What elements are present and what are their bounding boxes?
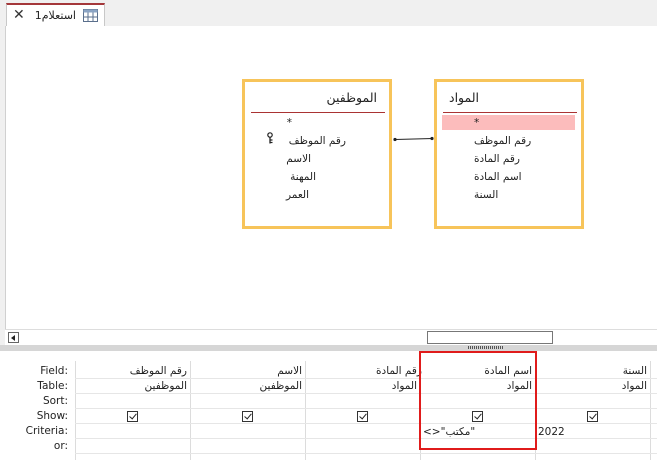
row-label-table: Table: <box>37 380 68 392</box>
field-item[interactable]: رقم الموظف <box>289 135 346 147</box>
row-label-or: or: <box>53 440 68 452</box>
grid-row-separator <box>75 423 657 424</box>
grid-criteria-cell[interactable]: 2022 <box>538 426 565 438</box>
splitter-grip[interactable] <box>468 346 504 349</box>
selected-field-highlight <box>442 115 575 130</box>
grid-column-separator <box>75 361 76 460</box>
grid-table-cell[interactable]: المواد <box>622 380 647 392</box>
relationship-line[interactable] <box>392 133 435 145</box>
field-item[interactable]: العمر <box>286 189 309 201</box>
close-icon[interactable]: ✕ <box>13 7 25 23</box>
primary-key-icon <box>267 132 273 144</box>
query-icon <box>83 9 98 22</box>
grid-column-separator <box>190 361 191 460</box>
grid-column-separator <box>305 361 306 460</box>
field-item[interactable]: اسم المادة <box>474 171 522 183</box>
field-item[interactable]: رقم الموظف <box>474 135 531 147</box>
tab-query1[interactable]: ✕ استعلام1 <box>6 3 105 26</box>
tab-label: استعلام1 <box>34 9 76 22</box>
table-title: الموظفين <box>326 90 377 105</box>
grid-row-separator <box>75 408 657 409</box>
grid-row-separator <box>75 453 657 454</box>
horizontal-scrollbar[interactable] <box>5 329 657 346</box>
row-label-criteria: Criteria: <box>25 425 68 437</box>
grid-table-cell[interactable]: المواد <box>392 380 417 392</box>
field-item[interactable]: المهنة <box>290 171 316 183</box>
grid-field-cell[interactable]: السنة <box>623 365 647 377</box>
field-item[interactable]: الاسم <box>286 153 311 165</box>
show-checkbox[interactable] <box>127 411 138 422</box>
row-label-sort: Sort: <box>42 395 68 407</box>
table-title: المواد <box>449 90 480 105</box>
field-item[interactable]: رقم المادة <box>474 153 520 165</box>
show-checkbox[interactable] <box>357 411 368 422</box>
row-label-show: Show: <box>36 410 68 422</box>
document-tab-strip: ✕ استعلام1 <box>0 0 657 26</box>
grid-field-cell[interactable]: رقم المادة <box>376 365 422 377</box>
row-label-field: Field: <box>40 365 68 377</box>
field-item[interactable]: * <box>287 117 292 129</box>
table-subjects[interactable]: المواد * رقم الموظف رقم المادة اسم الماد… <box>434 79 584 229</box>
table-employees[interactable]: الموظفين * رقم الموظف الاسم المهنة العمر <box>242 79 392 229</box>
grid-row-separator <box>75 393 657 394</box>
grid-field-cell[interactable]: رقم الموظف <box>130 365 187 377</box>
scroll-left-arrow-icon[interactable] <box>8 332 19 343</box>
grid-field-cell[interactable]: الاسم <box>277 365 302 377</box>
grid-row-separator <box>75 378 657 379</box>
grid-row-separator <box>75 438 657 439</box>
field-item[interactable]: * <box>474 117 479 129</box>
field-item[interactable]: السنة <box>474 189 498 201</box>
show-checkbox[interactable] <box>242 411 253 422</box>
grid-table-cell[interactable]: الموظفين <box>260 380 302 392</box>
grid-column-separator <box>650 361 651 460</box>
scroll-thumb[interactable] <box>427 331 553 344</box>
query-design-pane[interactable]: الموظفين * رقم الموظف الاسم المهنة العمر… <box>5 26 657 329</box>
show-checkbox[interactable] <box>587 411 598 422</box>
divider <box>251 112 385 113</box>
query-design-grid[interactable]: Field: Table: Sort: Show: Criteria: or: … <box>0 351 657 460</box>
divider <box>443 112 577 113</box>
annotation-highlight-box <box>419 351 537 450</box>
grid-table-cell[interactable]: الموظفين <box>145 380 187 392</box>
